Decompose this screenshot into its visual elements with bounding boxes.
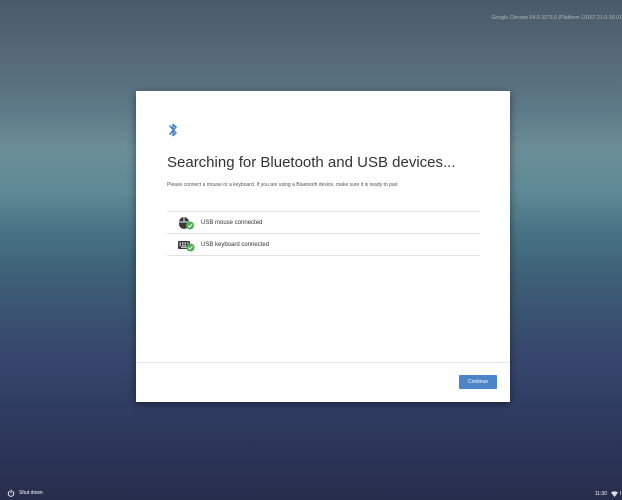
device-list: USB mouse connected USB keyboard connect… [167,211,480,256]
wifi-icon [610,491,618,497]
device-label: USB keyboard connected [201,241,270,248]
check-circle-icon [186,243,195,251]
device-row-mouse: USB mouse connected [167,212,480,234]
status-area[interactable]: 11:30 l [595,491,621,497]
oobe-dialog: Searching for Bluetooth and USB devices.… [136,91,510,402]
footer-divider [136,362,510,363]
status-tail: l [619,491,621,497]
continue-button[interactable]: Continue [459,375,497,389]
mouse-icon [177,216,195,230]
check-circle-icon [186,221,194,229]
clock: 11:30 [594,491,607,497]
power-icon [7,489,15,497]
shutdown-button[interactable]: Shut down [7,489,43,497]
device-label: USB mouse connected [201,219,263,226]
dialog-subtitle: Please connect a mouse or a keyboard. If… [167,182,399,188]
version-text: Google Chrome 64.0.3273.0 (Platform 1016… [491,15,622,21]
bluetooth-icon [169,123,177,137]
keyboard-icon [177,238,195,252]
dialog-title: Searching for Bluetooth and USB devices.… [167,154,456,171]
device-row-keyboard: USB keyboard connected [167,234,480,256]
shutdown-label: Shut down [19,490,43,496]
